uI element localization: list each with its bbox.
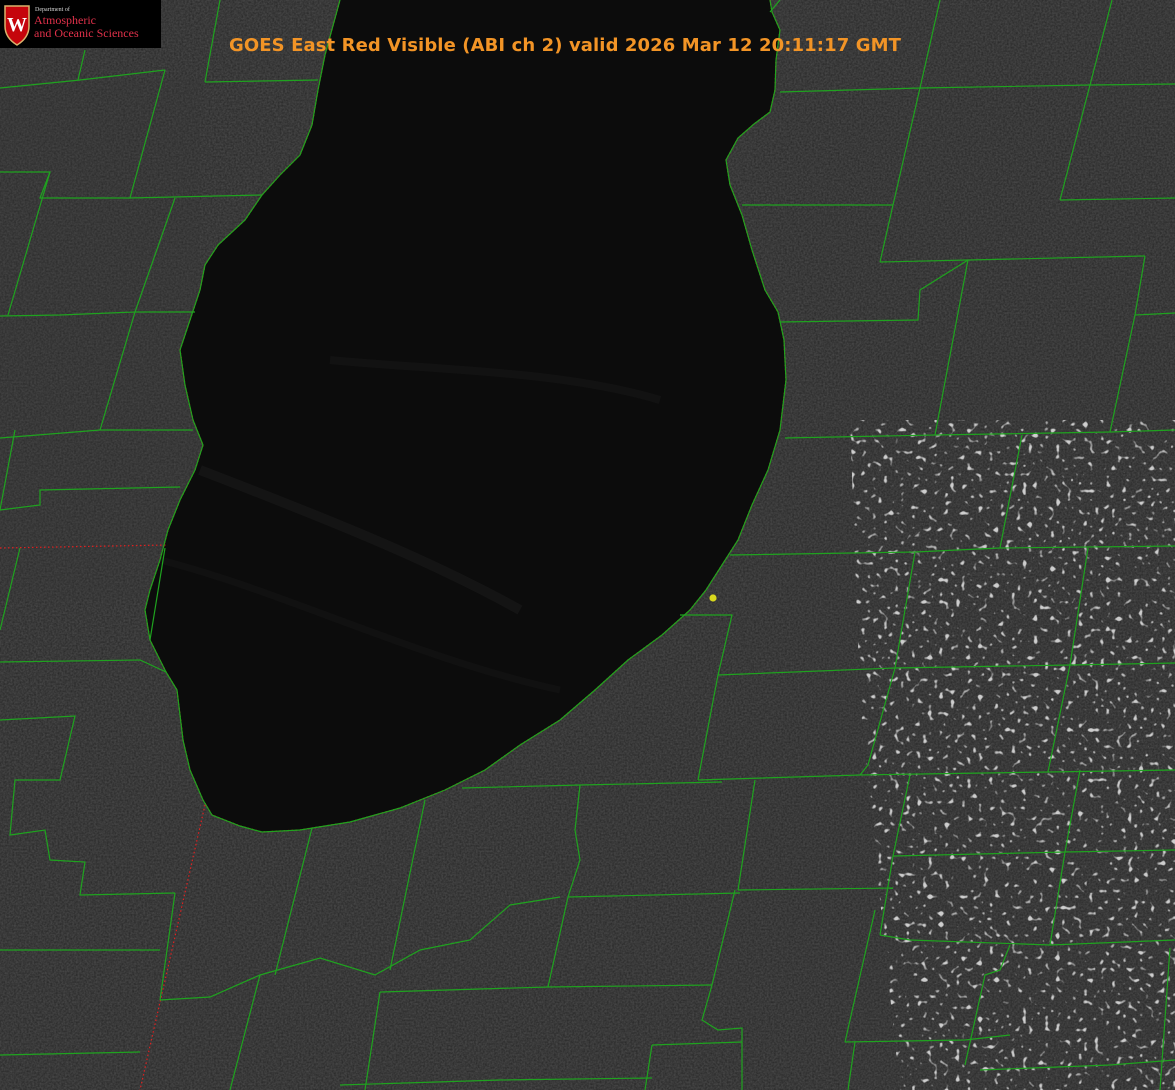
uw-aos-logo: W Department of Atmospheric and Oceanic … [0,0,161,48]
logo-name-line2: and Oceanic Sciences [34,26,139,40]
crest-letter: W [7,14,27,36]
satellite-map [0,0,1175,1090]
uw-crest-icon: W [4,5,30,46]
satellite-image-viewer: W Department of Atmospheric and Oceanic … [0,0,1175,1090]
image-title: GOES East Red Visible (ABI ch 2) valid 2… [229,35,901,56]
location-marker [709,594,717,602]
land-haze-west [0,80,200,600]
